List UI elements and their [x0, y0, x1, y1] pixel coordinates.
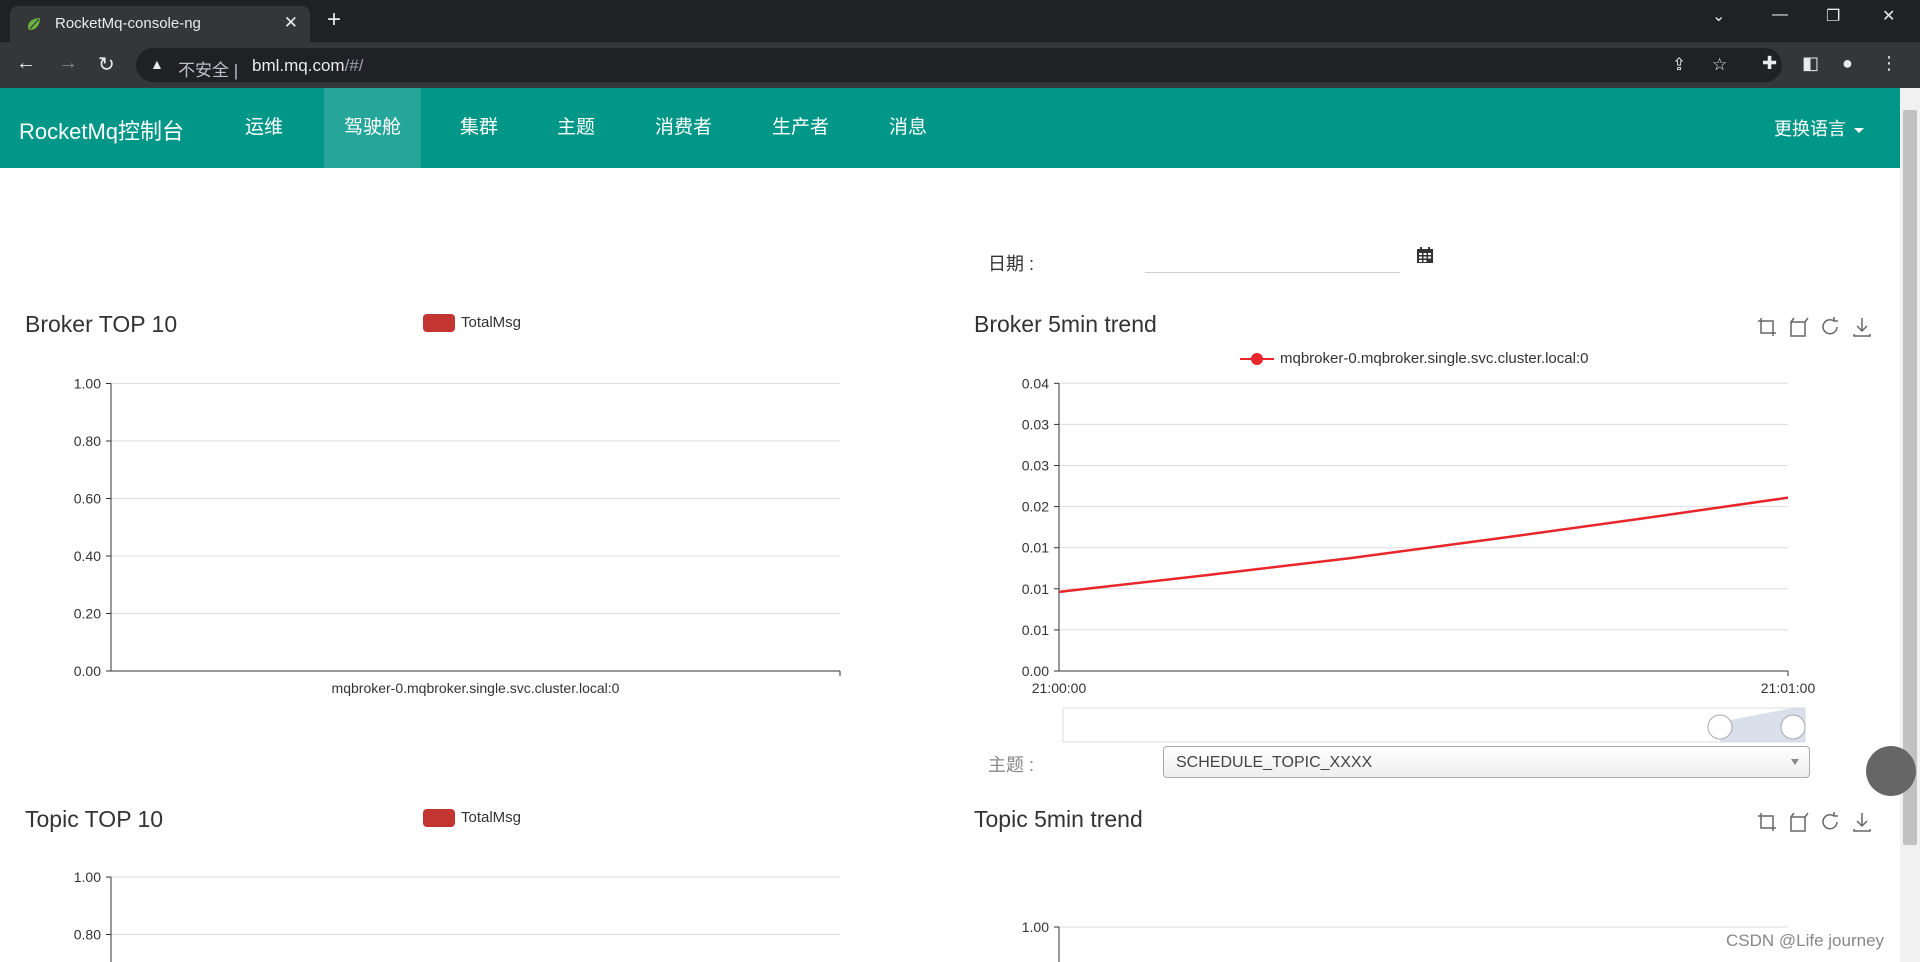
y-tick-label: 0.01 — [1022, 622, 1049, 638]
broker-trend-title: Broker 5min trend — [974, 311, 1157, 337]
menu-icon[interactable]: ⋮ — [1880, 53, 1898, 74]
language-dropdown[interactable]: 更换语言 — [1774, 115, 1864, 141]
brand-title[interactable]: RocketMq控制台 — [19, 114, 184, 146]
tab-search-icon[interactable]: ⌄ — [1712, 6, 1725, 26]
zoom-select-icon[interactable] — [1756, 316, 1778, 338]
app-navbar: RocketMq控制台 运维 驾驶舱 集群 主题 消费者 生产者 消息 更换语言 — [0, 88, 1900, 168]
y-tick-label: 0.01 — [1022, 540, 1049, 556]
y-tick-label: 0.03 — [1022, 416, 1049, 432]
new-tab-icon[interactable]: + — [327, 6, 341, 34]
y-tick-label: 1.00 — [74, 376, 101, 392]
legend-swatch — [423, 314, 455, 333]
back-icon[interactable]: ← — [16, 52, 36, 75]
share-icon[interactable]: ⇪ — [1672, 55, 1686, 75]
bookmark-star-icon[interactable]: ☆ — [1712, 55, 1727, 75]
y-tick-label: 0.03 — [1022, 458, 1049, 474]
refresh-icon[interactable] — [1819, 316, 1841, 338]
topic-trend-title: Topic 5min trend — [974, 806, 1143, 832]
restore-icon[interactable]: ❐ — [1826, 6, 1840, 26]
datazoom-track — [1062, 707, 1806, 743]
y-tick-label: 0.60 — [74, 491, 101, 507]
datazoom-handle-left — [1707, 714, 1733, 740]
y-tick-label: 0.80 — [74, 433, 101, 449]
scrollbar-thumb[interactable] — [1903, 110, 1917, 845]
y-tick-label: 0.80 — [74, 927, 101, 943]
y-tick-label: 0.04 — [1022, 375, 1049, 391]
y-tick-label: 0.20 — [74, 606, 101, 622]
broker-top-chart: 0.00 0.20 0.40 0.60 0.80 1.00 mqbroker-0.mqbro… — [74, 376, 841, 696]
nav-item-producer[interactable]: 生产者 — [754, 88, 847, 168]
warning-icon: ▲ — [150, 56, 164, 72]
insecure-label: 不安全 | — [178, 61, 239, 80]
x-tick-label: 21:01:00 — [1761, 680, 1816, 696]
date-label: 日期 : — [988, 254, 1035, 274]
floating-assistant-button[interactable] — [1866, 746, 1916, 796]
tab-close-icon[interactable]: ✕ — [284, 13, 298, 33]
topic-select-value: SCHEDULE_TOPIC_XXXX — [1176, 754, 1373, 771]
reload-icon[interactable]: ↻ — [98, 52, 115, 77]
x-tick-label: mqbroker-0.mqbroker.single.svc.cluster.l… — [332, 680, 620, 696]
broker-trend-chart[interactable]: 0.00 0.01 0.01 0.01 0.02 0.03 0.03 0.04 21:00:00… — [960, 360, 1820, 750]
caret-down-icon — [1854, 127, 1864, 133]
broker-top-title: Broker TOP 10 — [25, 311, 178, 337]
series-line — [1058, 496, 1789, 594]
topic-top-legend[interactable]: TotalMsg — [423, 809, 521, 828]
y-tick-label: 0.00 — [74, 663, 101, 679]
topic-top-title: Topic TOP 10 — [25, 806, 164, 832]
topic-top-chart: 1.00 0.80 — [74, 869, 840, 962]
topic-trend-chart: 1.00 — [1022, 919, 1788, 962]
nav-item-consumer[interactable]: 消费者 — [637, 88, 730, 168]
zoom-reset-icon[interactable] — [1788, 811, 1810, 833]
browser-tabbar: RocketMq-console-ng ✕ + ⌄ — ❐ ✕ — [0, 0, 1920, 42]
browser-tab[interactable]: RocketMq-console-ng ✕ — [10, 6, 310, 42]
download-icon[interactable] — [1851, 316, 1873, 338]
zoom-select-icon[interactable] — [1756, 811, 1778, 833]
y-tick-label: 1.00 — [74, 869, 101, 885]
broker-top-legend[interactable]: TotalMsg — [423, 314, 521, 333]
side-panel-icon[interactable]: ◧ — [1802, 53, 1819, 74]
extensions-icon[interactable]: ✚ — [1762, 53, 1777, 74]
y-tick-label: 0.02 — [1022, 499, 1049, 515]
topic-label: 主题 : — [988, 755, 1035, 775]
x-tick-label: 21:00:00 — [1032, 680, 1087, 696]
url-text: bml.mq.com/#/ — [252, 56, 364, 75]
minimize-icon[interactable]: — — [1772, 6, 1788, 24]
spring-leaf-icon — [28, 18, 40, 30]
download-icon[interactable] — [1851, 811, 1873, 833]
y-tick-label: 0.00 — [1022, 663, 1049, 679]
browser-toolbar: ← → ↻ ▲ 不安全 | bml.mq.com/#/ ⇪ ☆ ✚ ◧ ● ⋮ — [0, 42, 1920, 88]
tab-title: RocketMq-console-ng — [55, 15, 201, 32]
nav-item-message[interactable]: 消息 — [871, 88, 945, 168]
calendar-icon[interactable] — [1416, 246, 1434, 264]
select-arrow-icon — [1791, 759, 1799, 765]
profile-icon[interactable]: ● — [1842, 53, 1853, 74]
watermark: CSDN @Life journey — [1726, 931, 1885, 950]
y-tick-label: 0.40 — [74, 548, 101, 564]
window-close-icon[interactable]: ✕ — [1882, 6, 1895, 26]
date-input[interactable] — [1145, 245, 1400, 273]
refresh-icon[interactable] — [1819, 811, 1841, 833]
y-tick-label: 1.00 — [1022, 919, 1049, 935]
forward-icon[interactable]: → — [58, 52, 78, 75]
address-bar[interactable]: ▲ 不安全 | bml.mq.com/#/ ⇪ ☆ — [136, 48, 1782, 82]
legend-swatch — [423, 809, 455, 828]
nav-item-dashboard[interactable]: 驾驶舱 — [324, 88, 421, 168]
nav-item-topic[interactable]: 主题 — [539, 88, 613, 168]
datazoom-handle-right — [1780, 714, 1806, 740]
nav-item-cluster[interactable]: 集群 — [442, 88, 516, 168]
topic-select[interactable]: SCHEDULE_TOPIC_XXXX — [1163, 746, 1810, 778]
nav-item-ops[interactable]: 运维 — [227, 88, 301, 168]
zoom-reset-icon[interactable] — [1788, 316, 1810, 338]
y-tick-label: 0.01 — [1022, 581, 1049, 597]
